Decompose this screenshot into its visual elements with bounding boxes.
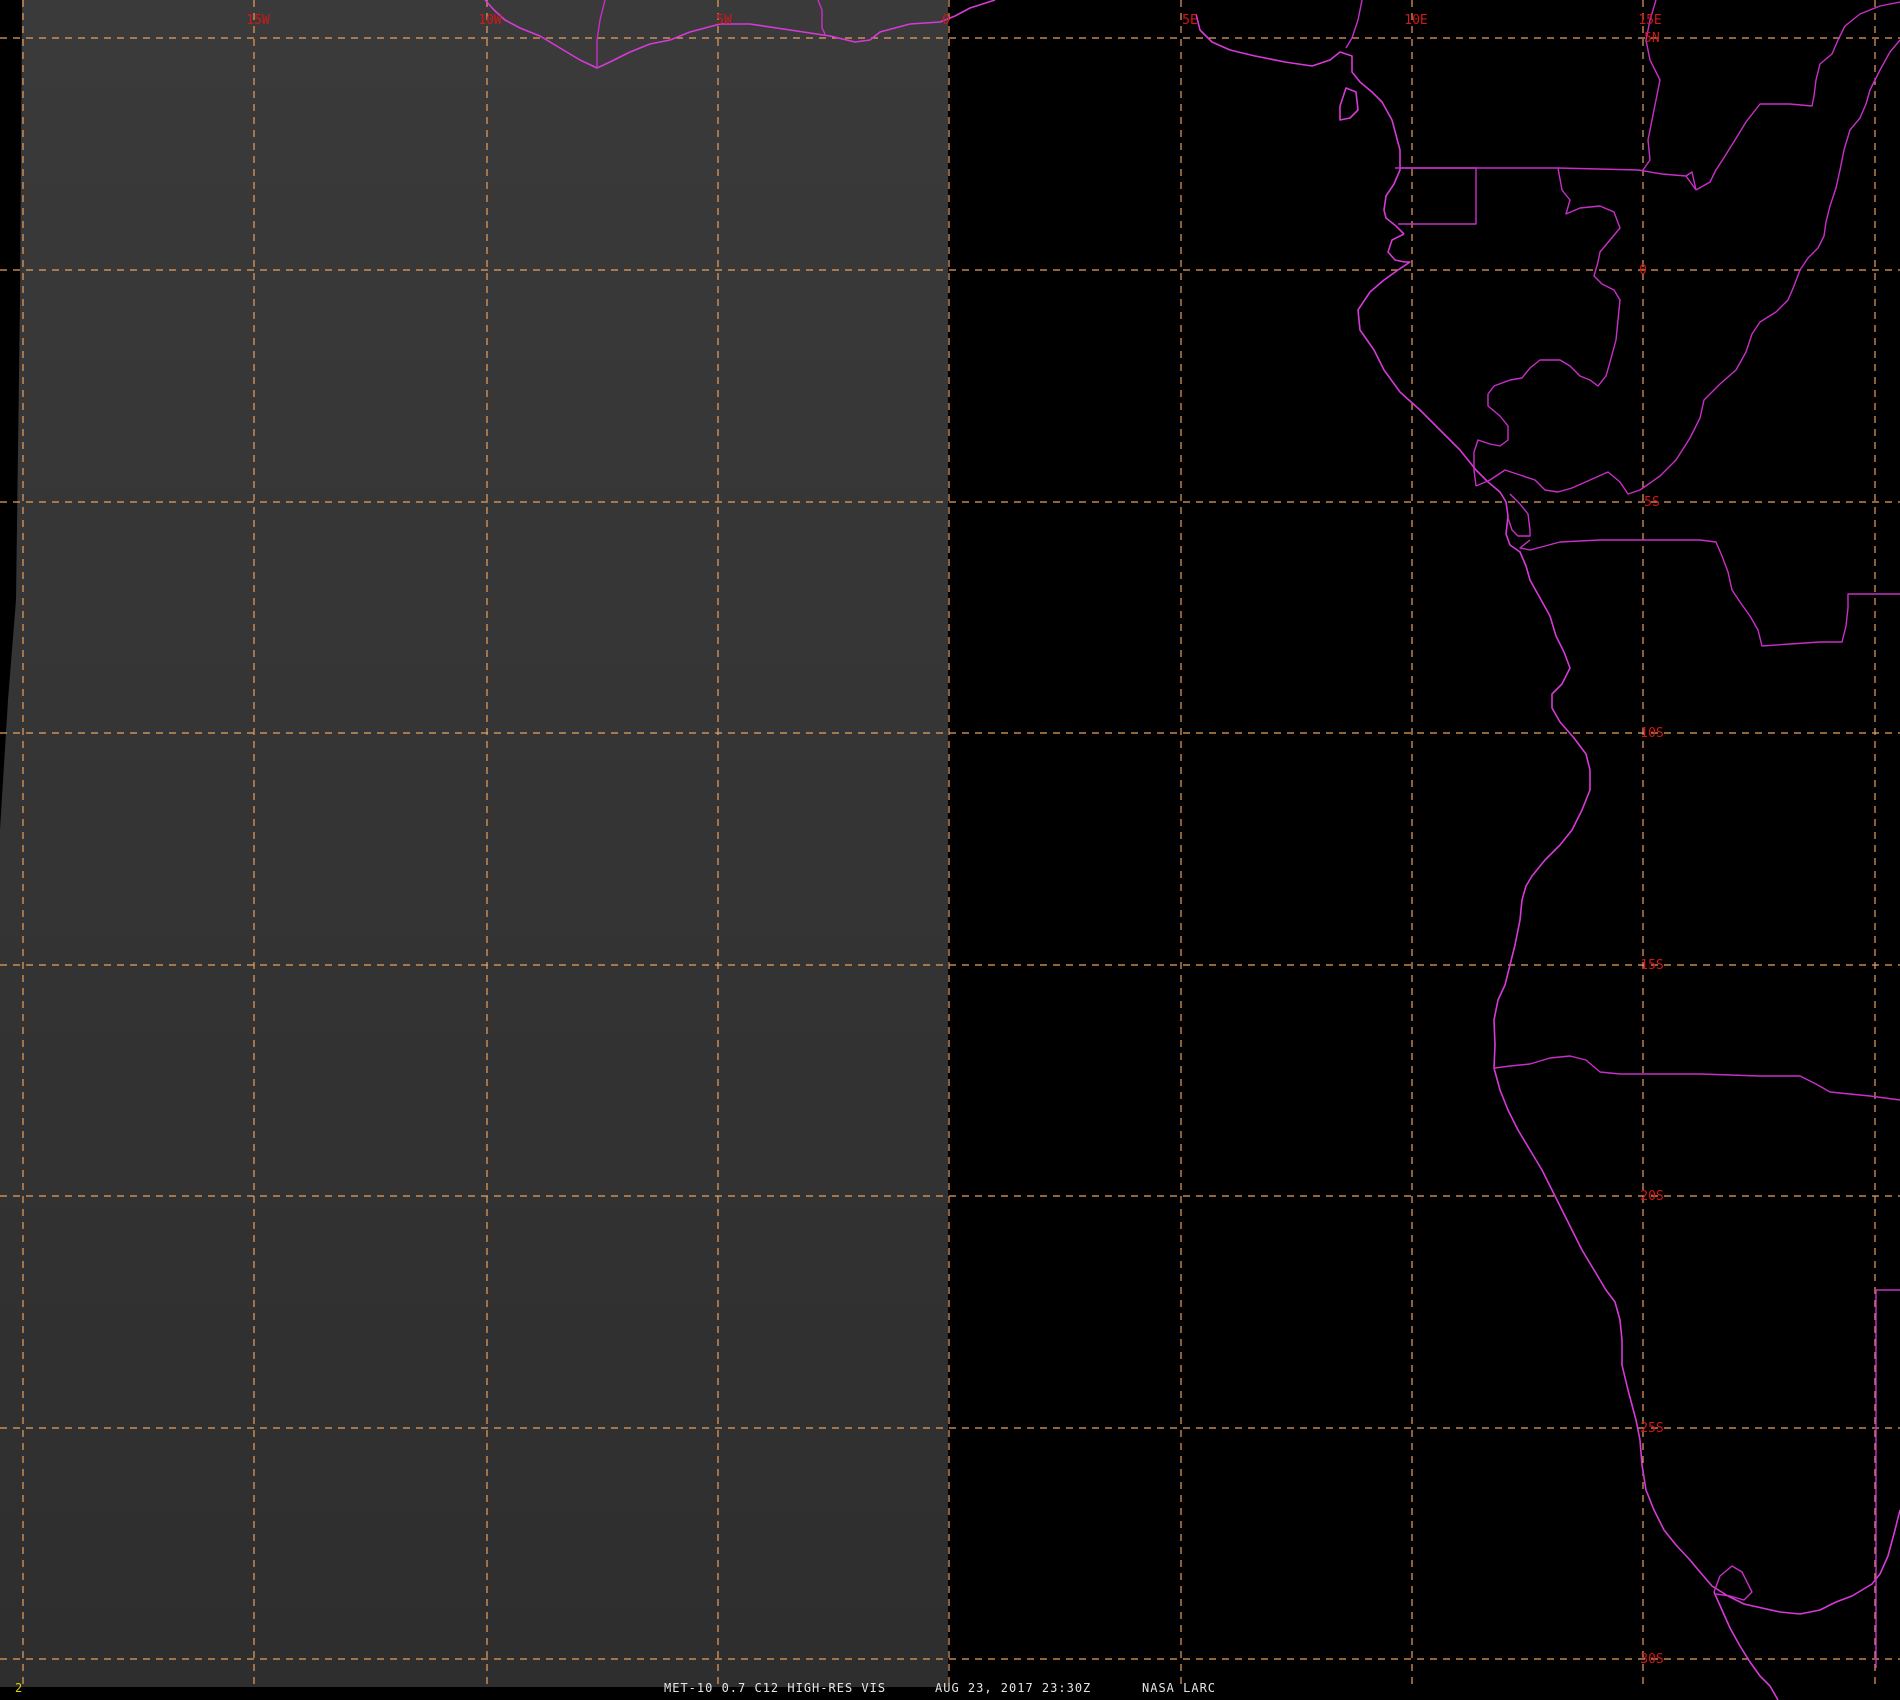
lat-label-5s: 5S — [1644, 495, 1660, 510]
lon-label-5w: 5W — [716, 13, 732, 28]
product-name: MET-10 0.7 C12 HIGH-RES VIS — [664, 1681, 887, 1695]
border-eq-guinea — [1395, 167, 1477, 225]
border-drc-angola-north — [1519, 539, 1900, 647]
bioko-island — [1339, 87, 1359, 121]
border-namibia-east — [1875, 1289, 1900, 1668]
lon-label-5e: 5E — [1182, 13, 1198, 28]
data-source: NASA LARC — [1142, 1681, 1217, 1695]
border-angola-namibia — [1494, 1055, 1900, 1101]
image-timestamp: AUG 23, 2017 23:30Z — [935, 1681, 1092, 1695]
satellite-map: 15W 10W 5W 0 5E 10E 15E 5N 0 5S 10S 15S … — [0, 0, 1900, 1700]
lat-label-5n: 5N — [1644, 31, 1660, 46]
border-cameroon-south — [1400, 167, 1697, 191]
sunlit-region — [0, 0, 948, 1687]
lat-label-25s: 25S — [1640, 1421, 1663, 1436]
lon-label-10e: 10E — [1404, 13, 1427, 28]
lon-label-15e: 15E — [1638, 13, 1661, 28]
border-car-drc — [1695, 1, 1900, 191]
border-gabon-congo — [1473, 167, 1621, 487]
lat-label-20s: 20S — [1640, 1189, 1663, 1204]
lon-label-15w: 15W — [246, 13, 270, 28]
lon-label-0: 0 — [942, 13, 950, 28]
lat-label-30s: 30S — [1640, 1652, 1663, 1667]
border-cabinda — [1507, 493, 1531, 537]
border-namibia-south-africa — [1713, 1565, 1753, 1601]
image-caption-bar: 2 MET-10 0.7 C12 HIGH-RES VIS AUG 23, 20… — [0, 1679, 1900, 1699]
border-nigeria-cameroon — [1345, 0, 1363, 49]
coastline-cameroon — [1195, 13, 1405, 235]
lat-label-10s: 10S — [1640, 726, 1663, 741]
lon-label-10w: 10W — [478, 13, 502, 28]
lat-label-15s: 15S — [1640, 958, 1663, 973]
coastline-central-africa — [1357, 233, 1900, 1615]
border-congo-drc — [1475, 39, 1900, 495]
frame-number: 2 — [15, 1681, 24, 1695]
lat-label-0: 0 — [1639, 263, 1647, 278]
